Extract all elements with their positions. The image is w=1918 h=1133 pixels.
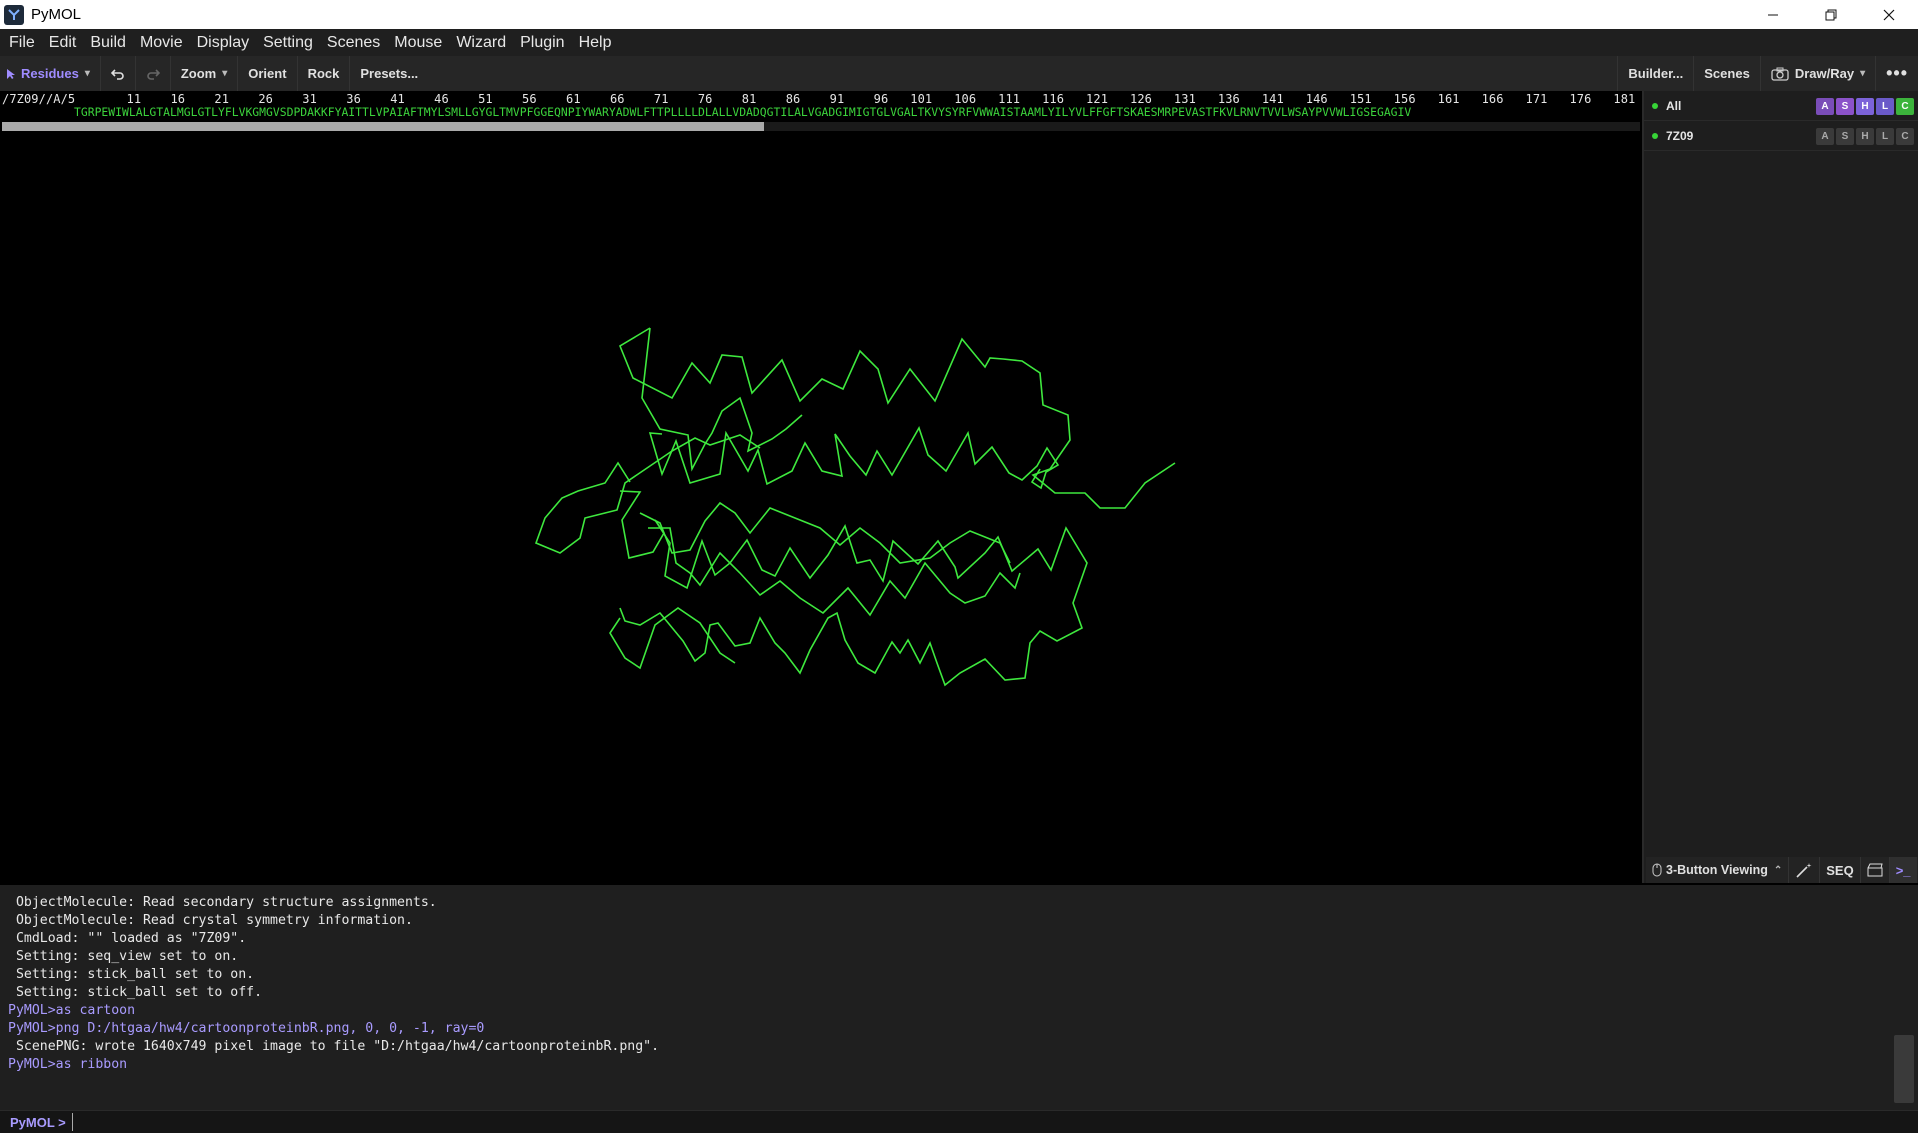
command-bar: PyMOL >	[0, 1110, 1918, 1133]
molecule-viewport[interactable]	[0, 133, 1640, 883]
selection-mode-label: Residues	[21, 66, 79, 81]
object-row-7z09[interactable]: 7Z09 A S H L C	[1644, 121, 1918, 151]
menu-plugin[interactable]: Plugin	[513, 29, 571, 56]
panel-bottom-bar: 3-Button Viewing ⌃ SEQ >_	[1646, 857, 1918, 883]
console-line: ObjectMolecule: Read secondary structure…	[8, 895, 437, 910]
object-row-all[interactable]: All A S H L C	[1644, 91, 1918, 121]
object-name[interactable]: 7Z09	[1666, 129, 1693, 143]
chevron-down-icon: ▾	[1860, 68, 1866, 79]
movie-button[interactable]	[1859, 857, 1889, 883]
console-line: ScenePNG: wrote 1640x749 pixel image to …	[8, 1039, 660, 1054]
console-line: ObjectMolecule: Read crystal symmetry in…	[8, 913, 413, 928]
color-button[interactable]: C	[1896, 98, 1914, 115]
pymol-logo-icon	[4, 4, 24, 25]
show-button[interactable]: S	[1836, 128, 1854, 145]
menu-mouse[interactable]: Mouse	[387, 29, 449, 56]
more-button[interactable]: •••	[1875, 56, 1918, 91]
chevron-down-icon: ▾	[222, 68, 228, 79]
redo-button[interactable]	[136, 56, 171, 91]
close-icon	[1883, 9, 1895, 20]
wizard-button[interactable]	[1788, 857, 1819, 883]
menu-scenes[interactable]: Scenes	[320, 29, 387, 56]
orient-button[interactable]: Orient	[238, 56, 298, 91]
object-panel: All A S H L C 7Z09 A S H L C	[1642, 91, 1918, 883]
draw-ray-label: Draw/Ray	[1794, 66, 1855, 81]
console-output: ObjectMolecule: Read secondary structure…	[0, 885, 1918, 1110]
hide-button[interactable]: H	[1856, 128, 1874, 145]
console-line: CmdLoad: "" loaded as "7Z09".	[8, 931, 247, 946]
clapperboard-icon	[1867, 863, 1883, 877]
menu-movie[interactable]: Movie	[133, 29, 190, 56]
console-line: Setting: stick_ball set to off.	[8, 985, 263, 1000]
restore-icon	[1825, 9, 1837, 20]
zoom-label: Zoom	[180, 66, 217, 81]
chevron-down-icon: ▾	[84, 68, 90, 79]
menu-display[interactable]: Display	[190, 29, 256, 56]
sequence-viewer[interactable]: /7Z09//A/5 11 16 21 26 31 36 41 46 51 56…	[0, 91, 1767, 133]
hide-button[interactable]: H	[1856, 98, 1874, 115]
zoom-button[interactable]: Zoom ▾	[171, 56, 239, 91]
mouse-icon	[1652, 863, 1662, 877]
sequence-scrollbar[interactable]	[2, 122, 764, 131]
seq-toggle-button[interactable]: SEQ	[1819, 857, 1859, 883]
toolbar: Residues ▾ Zoom ▾ Orient Rock Presets...…	[0, 56, 1918, 91]
color-button[interactable]: C	[1896, 128, 1914, 145]
object-name[interactable]: All	[1666, 99, 1681, 113]
mouse-mode-label: 3-Button Viewing	[1666, 863, 1768, 877]
draw-ray-button[interactable]: Draw/Ray ▾	[1759, 56, 1875, 91]
console-command-line: PyMOL>as ribbon	[8, 1057, 128, 1072]
builder-button[interactable]: Builder...	[1617, 56, 1693, 91]
action-button[interactable]: A	[1816, 128, 1834, 145]
camera-icon	[1771, 67, 1789, 81]
pointer-icon	[7, 68, 15, 79]
label-button[interactable]: L	[1876, 128, 1894, 145]
console-scrollbar[interactable]	[1894, 1035, 1914, 1103]
presets-button[interactable]: Presets...	[350, 56, 428, 91]
redo-icon	[147, 68, 160, 80]
command-input[interactable]	[71, 1113, 1910, 1131]
chevron-up-icon: ⌃	[1773, 864, 1783, 876]
console-command-line: PyMOL>png D:/htgaa/hw4/cartoonproteinbR.…	[8, 1021, 485, 1036]
sequence-residues[interactable]: TGRPEWIWLALGTALMGLGTLYFLVKGMGVSDPDAKKFYA…	[74, 105, 1411, 119]
label-button[interactable]: L	[1876, 98, 1894, 115]
menu-edit[interactable]: Edit	[42, 29, 84, 56]
selection-mode-dropdown[interactable]: Residues ▾	[0, 56, 101, 91]
minimize-icon	[1768, 14, 1778, 15]
terminal-icon: >_	[1895, 862, 1911, 878]
sequence-residue-numbers: /7Z09//A/5 11 16 21 26 31 36 41 46 51 56…	[2, 92, 1768, 106]
mouse-mode-button[interactable]: 3-Button Viewing ⌃	[1646, 857, 1788, 883]
menu-file[interactable]: File	[2, 29, 42, 56]
title-bar: PyMOL	[0, 0, 1918, 29]
window-title: PyMOL	[31, 6, 82, 23]
restore-button[interactable]	[1802, 0, 1860, 29]
console-toggle-button[interactable]: >_	[1888, 857, 1917, 883]
menu-help[interactable]: Help	[572, 29, 619, 56]
undo-button[interactable]	[101, 56, 136, 91]
command-prompt: PyMOL >	[10, 1114, 66, 1130]
rock-button[interactable]: Rock	[298, 56, 351, 91]
console-line: Setting: seq_view set to on.	[8, 949, 239, 964]
action-button[interactable]: A	[1816, 98, 1834, 115]
scenes-button[interactable]: Scenes	[1693, 56, 1760, 91]
enabled-dot-icon[interactable]	[1652, 102, 1658, 109]
show-button[interactable]: S	[1836, 98, 1854, 115]
protein-ribbon	[534, 327, 1176, 687]
console-command-line: PyMOL>as cartoon	[8, 1003, 136, 1018]
sequence-scroll-track[interactable]	[764, 122, 1640, 131]
close-button[interactable]	[1860, 0, 1918, 29]
enabled-dot-icon[interactable]	[1652, 132, 1658, 139]
menu-setting[interactable]: Setting	[256, 29, 320, 56]
undo-icon	[110, 68, 124, 80]
console-line: Setting: stick_ball set to on.	[8, 967, 255, 982]
minimize-button[interactable]	[1744, 0, 1802, 29]
menu-bar: File Edit Build Movie Display Setting Sc…	[0, 29, 1918, 56]
more-icon: •••	[1886, 63, 1908, 83]
menu-build[interactable]: Build	[83, 29, 133, 56]
menu-wizard[interactable]: Wizard	[449, 29, 513, 56]
magic-wand-icon	[1796, 863, 1812, 878]
